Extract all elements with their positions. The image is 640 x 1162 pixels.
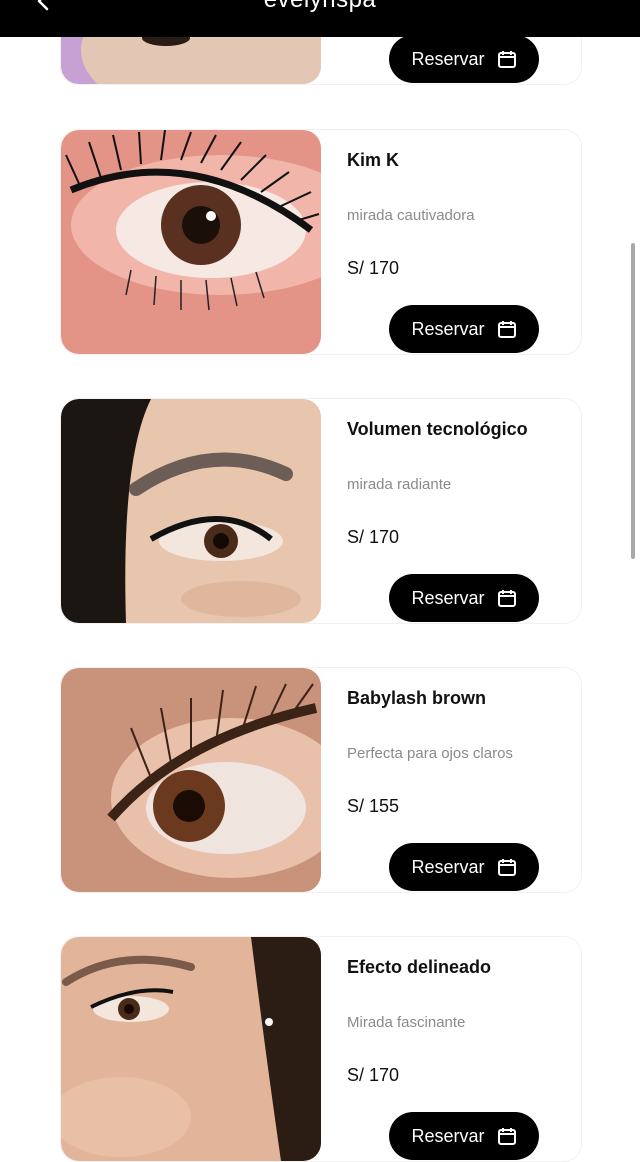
service-card: Kim K mirada cautivadora S/ 170 Reservar [60,129,582,355]
service-photo [61,668,321,892]
service-title: Volumen tecnológico [347,419,528,439]
reserve-label: Reservar [411,1125,485,1146]
service-price: S/ 170 [347,258,400,278]
calendar-icon [497,1126,517,1146]
service-card: Babylash brown Perfecta para ojos claros… [60,667,582,893]
service-photo [61,937,321,1161]
calendar-icon [497,49,517,69]
reserve-button[interactable]: Reservar [389,574,539,622]
reserve-label: Reservar [411,856,485,877]
reserve-button[interactable]: Reservar [389,35,539,83]
top-app-bar: evelynspa [0,0,640,37]
reserve-button[interactable]: Reservar [389,1112,539,1160]
scrollbar[interactable] [631,243,635,559]
service-subtitle: mirada radiante [347,476,452,493]
brand-title: evelynspa [0,0,640,14]
service-price: S/ 155 [347,796,400,816]
service-photo [61,399,321,623]
service-photo [61,130,321,354]
calendar-icon [497,857,517,877]
service-price: S/ 170 [347,527,400,547]
reserve-button[interactable]: Reservar [389,843,539,891]
calendar-icon [497,319,517,339]
calendar-icon [497,588,517,608]
service-title: Kim K [347,150,400,170]
reserve-label: Reservar [411,318,485,339]
service-card: Efecto delineado Mirada fascinante S/ 17… [60,936,582,1162]
reserve-button[interactable]: Reservar [389,305,539,353]
service-subtitle: Mirada fascinante [347,1014,466,1031]
reserve-label: Reservar [411,48,485,69]
service-subtitle: mirada cautivadora [347,207,475,224]
service-title: Babylash brown [347,688,487,708]
reserve-label: Reservar [411,587,485,608]
service-subtitle: Perfecta para ojos claros [347,745,513,762]
service-price: S/ 170 [347,1065,400,1085]
service-card: Volumen tecnológico mirada radiante S/ 1… [60,398,582,624]
service-title: Efecto delineado [347,957,492,977]
